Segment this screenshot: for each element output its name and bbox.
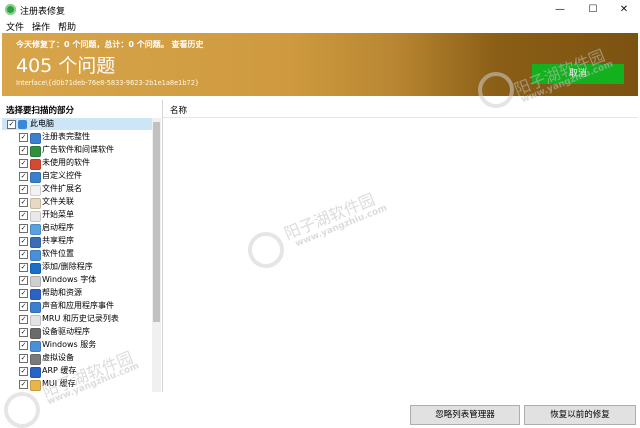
maximize-button[interactable]: ☐ [577, 0, 609, 19]
minimize-button[interactable]: — [544, 0, 576, 19]
tree-item-icon [30, 185, 41, 196]
computer-icon [18, 120, 27, 129]
tree-item-label: MRU 和历史记录列表 [42, 314, 119, 323]
watermark-logo-icon [478, 72, 514, 108]
watermark-logo-icon [248, 232, 284, 268]
tree-root-label: 此电脑 [30, 119, 54, 128]
tree-item-icon [30, 146, 41, 157]
tree-item-label: 共享程序 [42, 236, 74, 245]
tree-item-checkbox[interactable]: ✓ [19, 315, 28, 324]
tree-item-icon [30, 302, 41, 313]
tree-item-checkbox[interactable]: ✓ [19, 133, 28, 142]
tree-root-this-pc[interactable]: ✓ 此电脑 [2, 118, 152, 130]
tree-item-checkbox[interactable]: ✓ [19, 354, 28, 363]
tree-item-checkbox[interactable]: ✓ [19, 302, 28, 311]
tree-item-label: 自定义控件 [42, 171, 82, 180]
tree-item-checkbox[interactable]: ✓ [19, 198, 28, 207]
tree-item-label: Windows 字体 [42, 275, 97, 284]
tree-item-icon [30, 211, 41, 222]
tree-item-checkbox[interactable]: ✓ [19, 250, 28, 259]
tree-item-checkbox[interactable]: ✓ [19, 172, 28, 181]
ignore-list-manager-button[interactable]: 忽略列表管理器 [410, 405, 520, 425]
tree-item-checkbox[interactable]: ✓ [19, 263, 28, 272]
tree-item-label: Windows 服务 [42, 340, 97, 349]
title-bar: 注册表修复 — ☐ ✕ [0, 0, 640, 19]
tree-item-icon [30, 237, 41, 248]
registry-repair-app-icon [5, 4, 16, 15]
repair-summary[interactable]: 今天修复了：0 个问题，总计：0 个问题。 查看历史 [16, 39, 204, 50]
tree-item-checkbox[interactable]: ✓ [19, 367, 28, 376]
tree-item-checkbox[interactable]: ✓ [19, 185, 28, 194]
watermark-logo-icon [4, 392, 40, 428]
tree-scrollbar[interactable] [152, 118, 161, 392]
tree-item-icon [30, 315, 41, 326]
tree-item-label: 设备驱动程序 [42, 327, 90, 336]
scrollbar-thumb[interactable] [153, 122, 160, 322]
tree-item-label: 注册表完整性 [42, 132, 90, 141]
panel-divider[interactable] [162, 100, 163, 392]
tree-item-checkbox[interactable]: ✓ [19, 276, 28, 285]
tree-item-label: 文件关联 [42, 197, 74, 206]
tree-item-icon [30, 159, 41, 170]
tree-item-checkbox[interactable]: ✓ [19, 380, 28, 389]
tree-item-icon [30, 289, 41, 300]
menu-bar: 文件 操作 帮助 [0, 19, 640, 33]
tree-item-icon [30, 341, 41, 352]
tree-item-icon [30, 367, 41, 378]
tree-item-label: 声音和应用程序事件 [42, 301, 114, 310]
tree-item-checkbox[interactable]: ✓ [19, 328, 28, 337]
tree-item-icon [30, 198, 41, 209]
menu-action[interactable]: 操作 [32, 20, 50, 33]
menu-file[interactable]: 文件 [6, 20, 24, 33]
tree-item-checkbox[interactable]: ✓ [19, 341, 28, 350]
window-title: 注册表修复 [20, 7, 66, 17]
tree-item-icon [30, 172, 41, 183]
tree-item-icon [30, 224, 41, 235]
tree-item-checkbox[interactable]: ✓ [19, 146, 28, 155]
tree-item-checkbox[interactable]: ✓ [19, 224, 28, 233]
root-checkbox[interactable]: ✓ [7, 120, 16, 129]
tree-item-icon [30, 263, 41, 274]
tree-item-label: 文件扩展名 [42, 184, 82, 193]
tree-item-label: 未使用的软件 [42, 158, 90, 167]
tree-item-label: 广告软件和间谍软件 [42, 145, 114, 154]
tree-item-label: 添加/删除程序 [42, 262, 93, 271]
restore-previous-repair-button[interactable]: 恢复以前的修复 [524, 405, 636, 425]
tree-item-label: 软件位置 [42, 249, 74, 258]
tree-item-label: 帮助和资源 [42, 288, 82, 297]
tree-item-icon [30, 328, 41, 339]
tree-item-checkbox[interactable]: ✓ [19, 237, 28, 246]
tree-item-label: 开始菜单 [42, 210, 74, 219]
tree-item-icon [30, 276, 41, 287]
tree-item-label: 启动程序 [42, 223, 74, 232]
scan-sections-header: 选择要扫描的部分 [6, 106, 75, 116]
tree-item-icon [30, 354, 41, 365]
problem-count: 405 个问题 [16, 55, 116, 77]
tree-item-checkbox[interactable]: ✓ [19, 211, 28, 220]
tree-item-checkbox[interactable]: ✓ [19, 289, 28, 298]
current-scan-key: Interface\{d0b71deb-76e8-5833-9623-2b1e1… [16, 79, 200, 87]
tree-item-icon [30, 250, 41, 261]
header-separator [163, 117, 638, 118]
tree-item-label: 虚拟设备 [42, 353, 74, 362]
menu-help[interactable]: 帮助 [58, 20, 76, 33]
close-button[interactable]: ✕ [608, 0, 640, 19]
column-header-name[interactable]: 名称 [170, 104, 187, 116]
tree-item-checkbox[interactable]: ✓ [19, 159, 28, 168]
tree-item-icon [30, 133, 41, 144]
